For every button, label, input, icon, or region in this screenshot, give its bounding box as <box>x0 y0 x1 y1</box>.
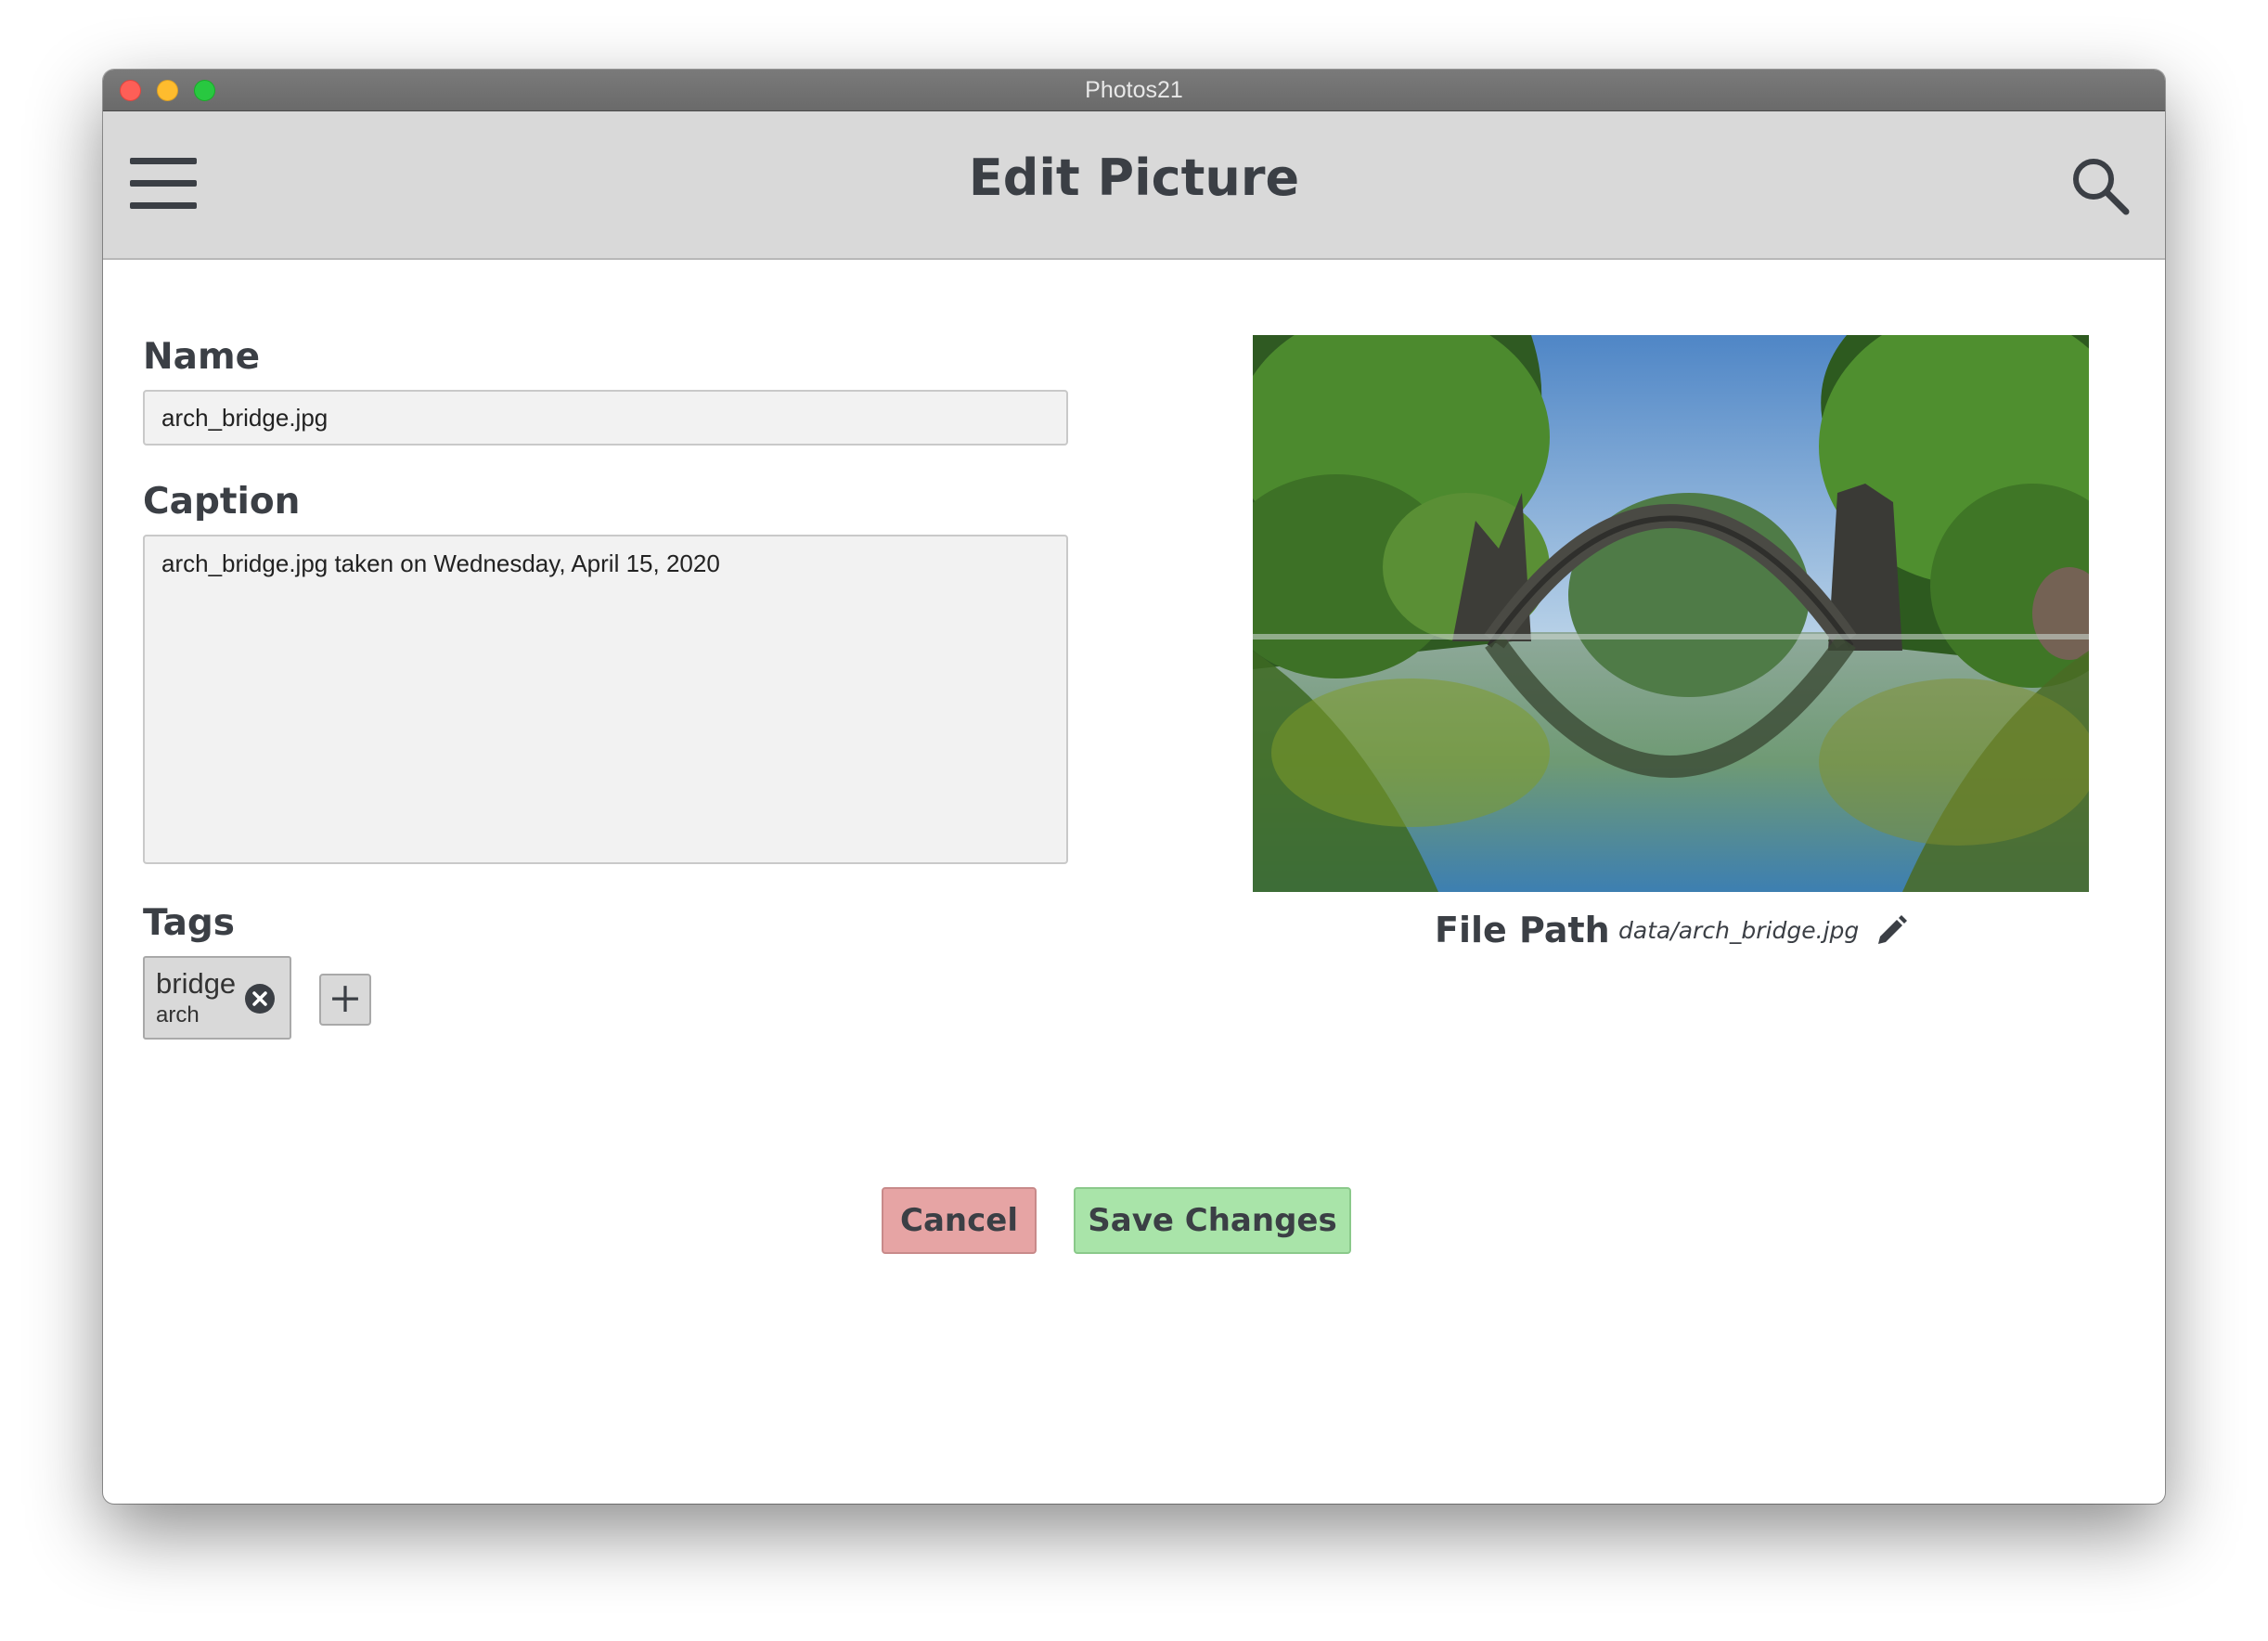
pencil-icon[interactable] <box>1875 914 1908 948</box>
name-label: Name <box>143 336 261 378</box>
name-input[interactable] <box>143 390 1068 446</box>
page-title: Edit Picture <box>968 149 1300 207</box>
app-window: Photos21 Edit Picture Name Caption arch_… <box>103 70 2165 1504</box>
app-toolbar: Edit Picture <box>103 111 2165 260</box>
save-changes-button[interactable]: Save Changes <box>1074 1187 1351 1254</box>
window-title: Photos21 <box>1085 77 1183 103</box>
search-icon[interactable] <box>2070 156 2130 215</box>
caption-textarea[interactable]: arch_bridge.jpg taken on Wednesday, Apri… <box>143 535 1068 864</box>
file-path-value: data/arch_bridge.jpg <box>1618 917 1860 944</box>
file-path-label: File Path <box>1435 910 1610 950</box>
tag-primary-text: bridge <box>156 967 237 1000</box>
tag-chip[interactable]: bridge arch <box>143 956 291 1040</box>
cancel-button[interactable]: Cancel <box>882 1187 1037 1254</box>
photo-preview <box>1253 335 2089 892</box>
plus-icon <box>332 986 358 1012</box>
tag-secondary-text: arch <box>156 1002 200 1027</box>
window-titlebar: Photos21 <box>103 70 2165 111</box>
caption-label: Caption <box>143 481 301 523</box>
add-tag-button[interactable] <box>319 974 371 1026</box>
close-circle-icon[interactable] <box>244 983 276 1014</box>
tags-label: Tags <box>143 902 236 944</box>
